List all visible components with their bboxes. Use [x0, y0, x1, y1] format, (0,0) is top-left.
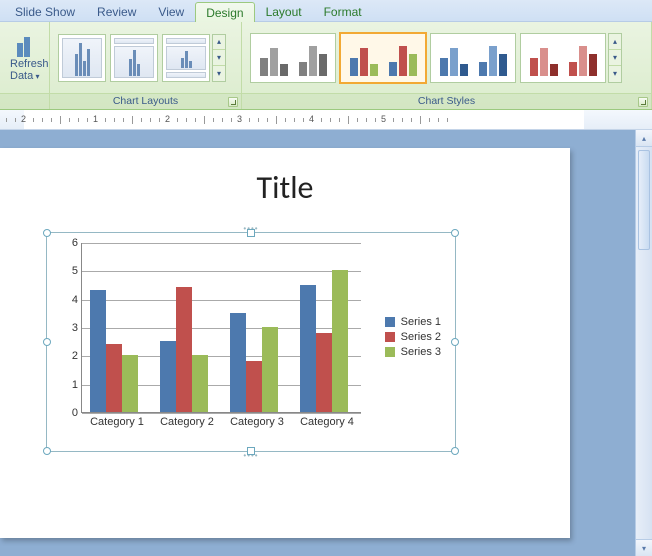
- resize-handle[interactable]: [451, 338, 459, 346]
- tab-design[interactable]: Design: [195, 2, 254, 22]
- spin-more-icon[interactable]: ▾: [609, 66, 621, 81]
- group-chart-layouts-label: Chart Layouts: [50, 93, 241, 109]
- spin-up-icon[interactable]: ▴: [213, 35, 225, 51]
- group-data-label: [0, 93, 49, 109]
- spin-more-icon[interactable]: ▾: [213, 66, 225, 81]
- ruler-number: 4: [309, 114, 314, 124]
- resize-handle[interactable]: [247, 229, 255, 237]
- ruler-number: 2: [21, 114, 26, 124]
- dialog-launcher-icon[interactable]: [638, 97, 648, 107]
- legend-swatch-icon: [385, 332, 395, 342]
- y-axis-tick: 4: [72, 294, 78, 306]
- ruler-number: 3: [237, 114, 242, 124]
- tab-layout[interactable]: Layout: [255, 1, 313, 21]
- resize-handle[interactable]: [451, 447, 459, 455]
- legend-swatch-icon: [385, 347, 395, 357]
- y-axis-tick: 6: [72, 237, 78, 249]
- dialog-launcher-icon[interactable]: [228, 97, 238, 107]
- spin-up-icon[interactable]: ▴: [609, 34, 621, 50]
- x-axis-category: Category 2: [160, 416, 214, 428]
- spin-down-icon[interactable]: ▾: [213, 50, 225, 66]
- legend-swatch-icon: [385, 317, 395, 327]
- group-chart-styles: ▴▾▾ Chart Styles: [242, 22, 652, 109]
- chart-styles-spinner[interactable]: ▴▾▾: [608, 33, 622, 83]
- tab-review[interactable]: Review: [86, 1, 147, 21]
- x-axis-category: Category 1: [90, 416, 144, 428]
- resize-handle[interactable]: [43, 229, 51, 237]
- chart-layouts-gallery: ▴ ▾ ▾: [56, 34, 226, 82]
- chart-object[interactable]: •••• •••• 0123456Category 1Category 2Cat…: [46, 232, 456, 452]
- ruler-number: 2: [165, 114, 170, 124]
- slide-workspace: Title •••• •••• 0123456Category 1Categor…: [0, 130, 652, 556]
- legend-item[interactable]: Series 1: [385, 316, 441, 328]
- x-axis-category: Category 3: [230, 416, 284, 428]
- y-axis-tick: 2: [72, 350, 78, 362]
- chart-layouts-spinner[interactable]: ▴ ▾ ▾: [212, 34, 226, 82]
- chart-plot-area[interactable]: 0123456Category 1Category 2Category 3Cat…: [81, 243, 361, 413]
- group-chart-styles-label: Chart Styles: [242, 93, 651, 109]
- y-axis-tick: 5: [72, 265, 78, 277]
- chart-layout-thumb-2[interactable]: [110, 34, 158, 82]
- ribbon: Refresh Data ▾ ▴: [0, 22, 652, 110]
- dropdown-arrow-icon: ▾: [33, 72, 39, 81]
- legend-label: Series 2: [401, 331, 441, 343]
- ruler-number: 5: [381, 114, 386, 124]
- ruler-number: 1: [93, 114, 98, 124]
- tab-view[interactable]: View: [147, 1, 195, 21]
- legend-item[interactable]: Series 2: [385, 331, 441, 343]
- y-axis-tick: 0: [72, 407, 78, 419]
- slide[interactable]: Title •••• •••• 0123456Category 1Categor…: [0, 148, 570, 538]
- resize-handle[interactable]: [247, 447, 255, 455]
- vertical-scrollbar[interactable]: ▴ ▾: [635, 130, 652, 556]
- ribbon-tabstrip: Slide Show Review View Design Layout For…: [0, 0, 652, 22]
- bar-chart-icon: [17, 33, 41, 57]
- chart-layout-thumb-3[interactable]: [162, 34, 210, 82]
- chart-style-thumb-2[interactable]: [340, 33, 426, 83]
- scrollbar-thumb[interactable]: [638, 150, 650, 250]
- refresh-data-label: Refresh Data: [10, 58, 49, 82]
- group-data: Refresh Data ▾: [0, 22, 50, 109]
- legend-label: Series 1: [401, 316, 441, 328]
- scroll-down-icon[interactable]: ▾: [636, 539, 652, 556]
- group-chart-layouts: ▴ ▾ ▾ Chart Layouts: [50, 22, 242, 109]
- resize-handle[interactable]: [451, 229, 459, 237]
- horizontal-ruler: 01212345: [0, 110, 652, 130]
- chart-style-thumb-4[interactable]: [520, 33, 606, 83]
- chart-layout-thumb-1[interactable]: [58, 34, 106, 82]
- slide-title[interactable]: Title: [0, 168, 570, 207]
- resize-handle[interactable]: [43, 338, 51, 346]
- x-axis-category: Category 4: [300, 416, 354, 428]
- refresh-data-button[interactable]: Refresh Data ▾: [6, 31, 53, 84]
- legend-label: Series 3: [401, 346, 441, 358]
- y-axis-tick: 3: [72, 322, 78, 334]
- tab-format[interactable]: Format: [313, 1, 373, 21]
- chart-style-thumb-3[interactable]: [430, 33, 516, 83]
- chart-styles-gallery: ▴▾▾: [248, 33, 622, 83]
- scroll-up-icon[interactable]: ▴: [636, 130, 652, 147]
- legend-item[interactable]: Series 3: [385, 346, 441, 358]
- resize-handle[interactable]: [43, 447, 51, 455]
- spin-down-icon[interactable]: ▾: [609, 50, 621, 66]
- tab-slideshow[interactable]: Slide Show: [4, 1, 86, 21]
- chart-style-thumb-1[interactable]: [250, 33, 336, 83]
- y-axis-tick: 1: [72, 379, 78, 391]
- chart-legend[interactable]: Series 1 Series 2 Series 3: [385, 313, 441, 361]
